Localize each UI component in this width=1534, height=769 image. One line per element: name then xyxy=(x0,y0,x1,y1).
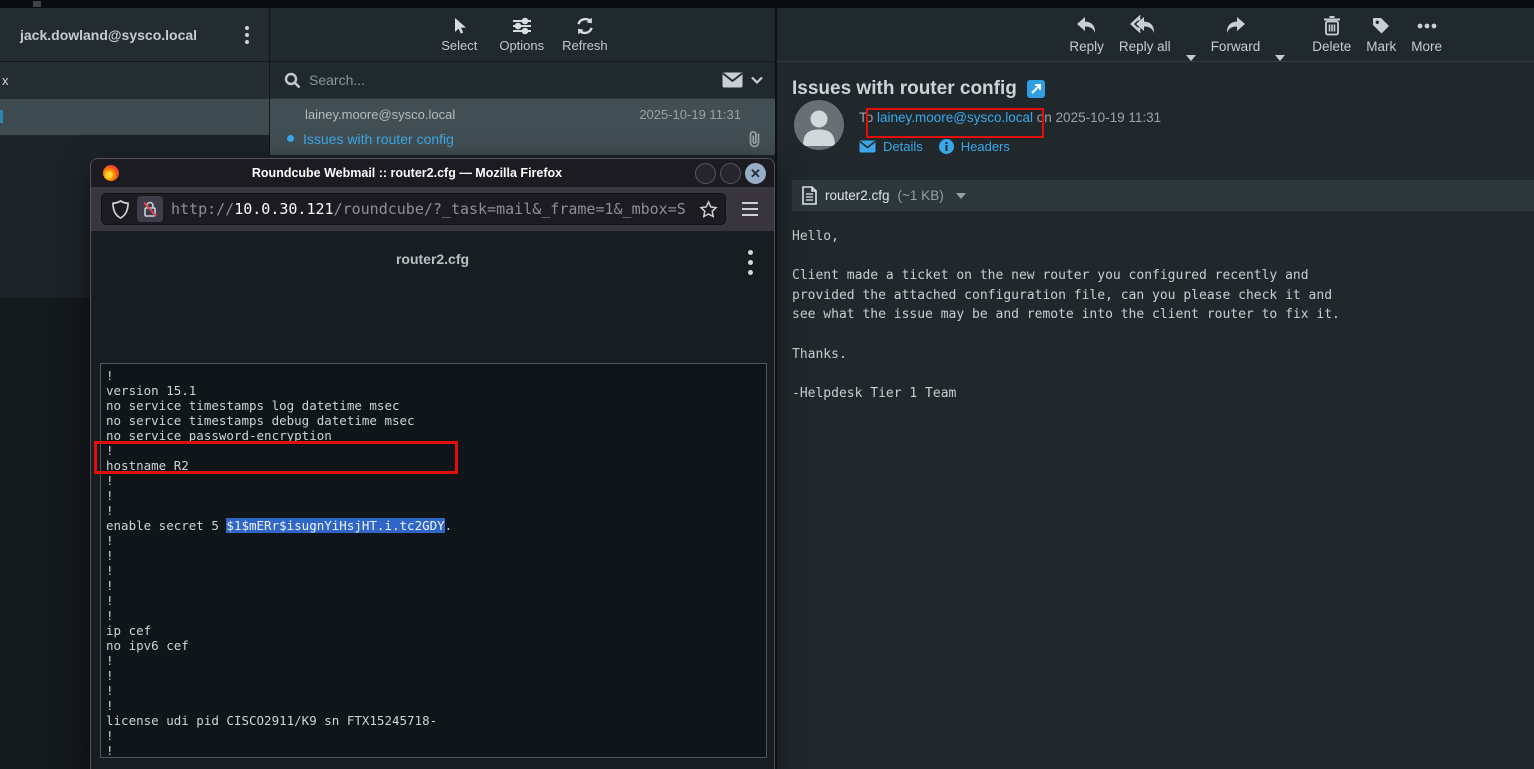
message-body-text: Hello, Client made a ticket on the new r… xyxy=(792,227,1524,403)
preview-header: router2.cfg xyxy=(91,231,774,289)
browser-toolbar: http://10.0.30.121/roundcube/?_task=mail… xyxy=(91,187,774,231)
window-titlebar[interactable]: Roundcube Webmail :: router2.cfg — Mozil… xyxy=(91,159,774,187)
open-in-new-window-icon[interactable] xyxy=(1027,80,1045,98)
attachment-size: (~1 KB) xyxy=(898,188,944,203)
firefox-logo-icon xyxy=(103,165,119,181)
message-sender: lainey.moore@sysco.local xyxy=(305,107,455,122)
ellipsis-icon xyxy=(1416,16,1438,36)
attachment-name: router2.cfg xyxy=(825,188,890,203)
mark-button[interactable]: Mark xyxy=(1366,16,1396,54)
details-label: Details xyxy=(883,139,923,154)
config-text: ! version 15.1 no service timestamps log… xyxy=(101,364,766,758)
reply-all-dropdown-caret[interactable] xyxy=(1186,55,1196,61)
message-date: 2025-10-19 11:31 xyxy=(639,107,741,122)
preview-file-title: router2.cfg xyxy=(91,251,774,267)
reply-icon xyxy=(1075,16,1099,36)
message-subject-title: Issues with router config xyxy=(792,78,1017,100)
unread-dot-icon xyxy=(287,135,294,142)
mark-label: Mark xyxy=(1366,39,1396,54)
url-host: 10.0.30.121 xyxy=(234,200,333,218)
url-scheme: http:// xyxy=(171,200,234,218)
recipient-address-link[interactable]: lainey.moore@sysco.local xyxy=(877,110,1033,125)
attachment-bar[interactable]: router2.cfg (~1 KB) xyxy=(792,180,1534,211)
sender-avatar xyxy=(794,100,844,150)
attachment-dropdown-caret[interactable] xyxy=(956,193,966,199)
details-toggle[interactable]: Details xyxy=(859,139,923,154)
account-name: jack.dowland@sysco.local xyxy=(20,27,237,43)
search-input[interactable]: Search... xyxy=(309,72,714,88)
forward-label: Forward xyxy=(1211,39,1261,54)
details-envelope-icon xyxy=(859,140,876,153)
cursor-icon xyxy=(449,16,469,36)
refresh-icon xyxy=(575,16,595,36)
folder-item-partial-label: x xyxy=(2,73,9,88)
search-scope-mail-icon[interactable] xyxy=(722,72,743,88)
attachment-file-icon xyxy=(802,186,817,205)
selected-secret-hash: $1$mERr$isugnYiHsjHT.i.tc2GDY xyxy=(226,518,444,533)
to-label: To xyxy=(859,110,877,125)
reply-all-icon xyxy=(1131,16,1158,36)
reply-all-button[interactable]: Reply all xyxy=(1119,16,1171,54)
desktop-top-strip xyxy=(0,0,1534,8)
date-text: on 2025-10-19 11:31 xyxy=(1033,110,1161,125)
search-scope-chevron-icon[interactable] xyxy=(751,76,763,84)
reply-button[interactable]: Reply xyxy=(1069,16,1104,54)
search-icon xyxy=(284,72,301,89)
trash-icon xyxy=(1323,16,1341,36)
attachment-preview-page: router2.cfg ! version 15.1 no service ti… xyxy=(91,231,774,769)
reading-pane: Reply Reply all Forward xyxy=(775,8,1534,769)
message-subject: Issues with router config xyxy=(303,131,747,147)
forward-icon xyxy=(1223,16,1247,36)
url-path: /roundcube/?_task=mail&_frame=1&_mbox=S xyxy=(334,200,686,218)
headers-toggle[interactable]: Headers xyxy=(939,139,1010,154)
forward-button[interactable]: Forward xyxy=(1211,16,1261,54)
options-sliders-icon xyxy=(511,16,533,36)
bookmark-star-icon[interactable] xyxy=(700,201,717,218)
search-bar[interactable]: Search... xyxy=(270,62,775,99)
select-label: Select xyxy=(441,38,477,53)
firefox-popup-window: Roundcube Webmail :: router2.cfg — Mozil… xyxy=(90,158,775,769)
message-list-item[interactable]: lainey.moore@sysco.local 2025-10-19 11:3… xyxy=(270,99,775,155)
reply-all-label: Reply all xyxy=(1119,39,1171,54)
insecure-lock-icon[interactable] xyxy=(137,196,163,222)
tracking-shield-icon[interactable] xyxy=(112,200,129,219)
refresh-label: Refresh xyxy=(562,38,608,53)
message-toolbar: Reply Reply all Forward xyxy=(777,8,1534,62)
options-label: Options xyxy=(499,38,544,53)
tag-icon xyxy=(1371,16,1391,36)
url-bar[interactable]: http://10.0.30.121/roundcube/?_task=mail… xyxy=(101,193,726,225)
maximize-button[interactable] xyxy=(720,163,741,184)
more-label: More xyxy=(1411,39,1442,54)
minimize-button[interactable] xyxy=(695,163,716,184)
headers-label: Headers xyxy=(961,139,1010,154)
account-menu-kebab-icon[interactable] xyxy=(237,20,257,50)
screen: jack.dowland@sysco.local x Select xyxy=(0,0,1534,769)
refresh-button[interactable]: Refresh xyxy=(562,16,608,53)
url-text[interactable]: http://10.0.30.121/roundcube/?_task=mail… xyxy=(171,200,692,218)
recipient-line: To lainey.moore@sysco.local on 2025-10-1… xyxy=(859,110,1161,125)
folder-icon-fragment xyxy=(0,110,3,123)
message-view: Issues with router config To lainey.moor… xyxy=(777,62,1534,769)
folder-item-selected[interactable] xyxy=(0,99,269,135)
more-button[interactable]: More xyxy=(1411,16,1442,54)
list-toolbar: Select Options xyxy=(270,8,775,62)
config-file-viewer[interactable]: ! version 15.1 no service timestamps log… xyxy=(100,363,767,758)
window-title: Roundcube Webmail :: router2.cfg — Mozil… xyxy=(119,166,695,180)
select-button[interactable]: Select xyxy=(437,16,481,53)
folder-item-partial[interactable]: x xyxy=(0,62,269,99)
delete-button[interactable]: Delete xyxy=(1312,16,1351,54)
menu-hamburger-icon[interactable] xyxy=(736,198,764,220)
forward-dropdown-caret[interactable] xyxy=(1275,55,1285,61)
attachment-paperclip-icon xyxy=(747,129,762,148)
headers-info-icon xyxy=(939,139,954,154)
close-button[interactable]: ✕ xyxy=(745,163,766,184)
options-button[interactable]: Options xyxy=(499,16,544,53)
reply-label: Reply xyxy=(1069,39,1104,54)
preview-kebab-icon[interactable] xyxy=(744,246,757,279)
top-strip-tick xyxy=(33,1,41,7)
account-header: jack.dowland@sysco.local xyxy=(0,8,269,62)
delete-label: Delete xyxy=(1312,39,1351,54)
